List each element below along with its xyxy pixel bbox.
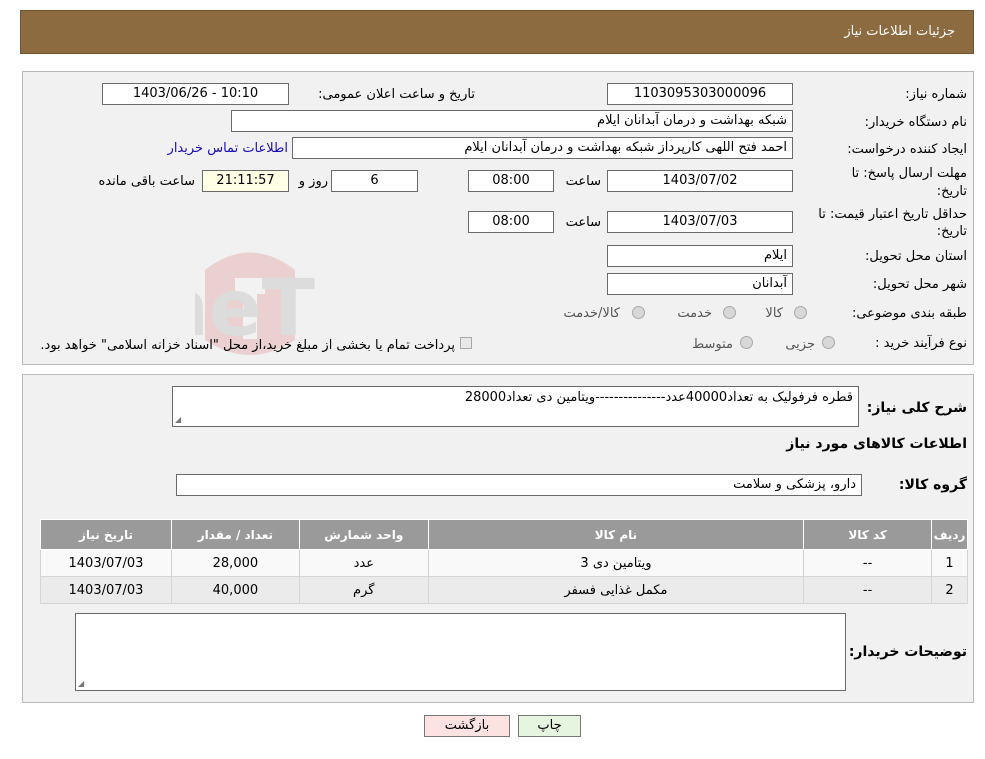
cell-quantity: 40,000 [170,576,300,604]
validity-time-field: 08:00 [468,211,554,233]
category-option-service: خدمت [677,306,712,321]
buyer-org-label: نام دستگاه خریدار: [864,115,967,130]
table-row: 1 -- ویتامین دی 3 عدد 28,000 1403/07/03 [40,549,968,577]
col-row-number: ردیف [931,519,968,550]
category-option-both: کالا/خدمت [563,306,620,321]
deadline-time-label: ساعت [565,174,601,189]
validity-date-field: 1403/07/03 [607,211,793,233]
resize-grip-icon[interactable]: ◢ [78,679,84,688]
validity-label: حداقل تاریخ اعتبار قیمت: تا [818,207,967,222]
category-label: طبقه بندی موضوعی: [851,306,967,321]
cell-unit: عدد [298,549,429,577]
creator-label: ایجاد کننده درخواست: [847,142,967,157]
cell-unit: گرم [298,576,429,604]
buyer-notes-textarea[interactable]: ◢ [75,613,846,691]
deadline-date-field: 1403/07/02 [607,170,793,192]
buyer-notes-label: توضیحات خریدار: [848,644,967,660]
city-field: آبدانان [607,273,793,295]
purchase-option-medium: متوسط [692,337,733,352]
category-option-goods: کالا [765,306,783,321]
purchase-note: پرداخت تمام یا بخشی از مبلغ خرید،از محل … [40,338,455,353]
purchase-option-minor: جزیی [785,337,815,352]
items-table: ردیف کد کالا نام کالا واحد شمارش تعداد /… [40,519,968,604]
remaining-time-field: 21:11:57 [202,170,289,192]
col-need-date: تاریخ نیاز [40,519,172,550]
col-quantity: تعداد / مقدار [170,519,300,550]
summary-label: شرح کلی نیاز: [866,400,967,416]
creator-field: احمد فتح اللهی کارپرداز شبکه بهداشت و در… [292,137,793,159]
validity-label-2: تاریخ: [936,224,967,239]
purchase-type-label: نوع فرآیند خرید : [875,336,967,351]
remaining-label: ساعت باقی مانده [98,174,195,189]
cell-item-name: مکمل غذایی فسفر [427,576,805,604]
buyer-org-field: شبکه بهداشت و درمان آبدانان ایلام [231,110,793,132]
province-field: ایلام [607,245,793,267]
deadline-label: مهلت ارسال پاسخ: تا [851,166,967,181]
table-header-row: ردیف کد کالا نام کالا واحد شمارش تعداد /… [40,519,968,550]
need-number-label: شماره نیاز: [905,87,967,102]
days-label: روز و [298,174,328,189]
city-label: شهر محل تحویل: [872,277,967,292]
province-label: استان محل تحویل: [865,249,967,264]
goods-group-field: دارو، پزشکی و سلامت [176,474,862,496]
resize-grip-icon[interactable]: ◢ [175,415,181,424]
summary-text: قطره فرفولیک به تعداد40000عدد-----------… [464,390,853,405]
col-unit: واحد شمارش [298,519,429,550]
print-button[interactable]: چاپ [518,715,581,737]
cell-item-code: -- [803,576,933,604]
announce-field: 1403/06/26 - 10:10 [102,83,289,105]
deadline-label-2: تاریخ: [936,184,967,199]
cell-quantity: 28,000 [170,549,300,577]
page-header: جزئیات اطلاعات نیاز [20,10,974,54]
category-radio-service[interactable] [723,306,736,319]
col-item-name: نام کالا [427,519,805,550]
cell-item-name: ویتامین دی 3 [427,549,805,577]
purchase-radio-minor[interactable] [822,336,835,349]
page-title: جزئیات اطلاعات نیاز [844,24,955,39]
cell-item-code: -- [803,549,933,577]
cell-need-date: 1403/07/03 [40,576,172,604]
category-radio-both[interactable] [632,306,645,319]
validity-time-label: ساعت [565,215,601,230]
buyer-contact-link[interactable]: اطلاعات تماس خریدار [168,141,288,156]
deadline-time-field: 08:00 [468,170,554,192]
cell-need-date: 1403/07/03 [40,549,172,577]
items-section-title: اطلاعات کالاهای مورد نیاز [786,436,967,452]
cell-row-number: 2 [931,576,968,604]
days-field: 6 [331,170,418,192]
announce-label: تاریخ و ساعت اعلان عمومی: [318,87,475,102]
category-radio-goods[interactable] [794,306,807,319]
treasury-checkbox[interactable] [460,337,472,349]
goods-group-label: گروه کالا: [898,477,967,493]
summary-textarea[interactable]: قطره فرفولیک به تعداد40000عدد-----------… [172,386,859,427]
cell-row-number: 1 [931,549,968,577]
purchase-radio-medium[interactable] [740,336,753,349]
need-number-field: 1103095303000096 [607,83,793,105]
col-item-code: کد کالا [803,519,933,550]
back-button[interactable]: بازگشت [424,715,510,737]
table-row: 2 -- مکمل غذایی فسفر گرم 40,000 1403/07/… [40,576,968,604]
